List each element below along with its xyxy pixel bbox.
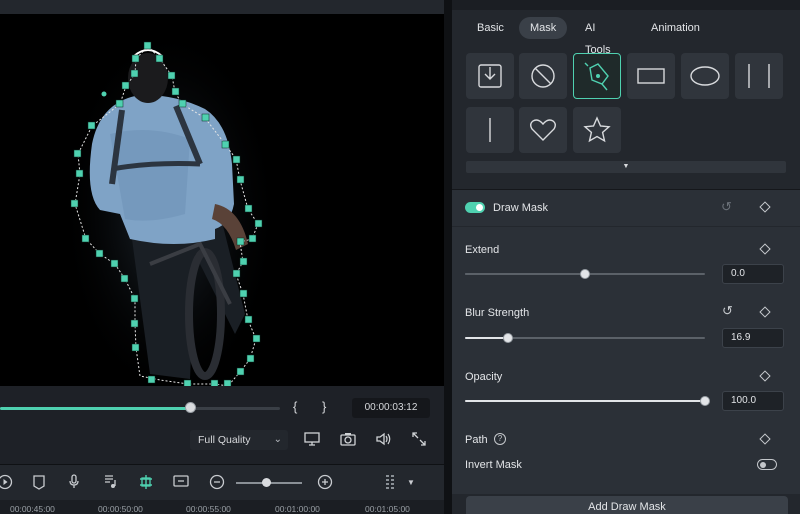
- blur-keyframe-icon[interactable]: [759, 306, 771, 318]
- draw-mask-shape-button[interactable]: [573, 53, 621, 99]
- video-canvas[interactable]: [0, 14, 444, 386]
- extend-slider[interactable]: [465, 269, 705, 279]
- star-icon: [583, 116, 611, 143]
- speaker-icon[interactable]: [374, 432, 392, 448]
- ellipse-icon: [690, 66, 720, 86]
- help-icon[interactable]: ?: [494, 433, 506, 445]
- pane-divider[interactable]: [444, 0, 452, 514]
- draw-mask-row: Draw Mask ↺: [452, 190, 800, 226]
- single-line-mask-button[interactable]: [466, 107, 514, 153]
- mark-out-button[interactable]: }: [322, 399, 326, 414]
- invert-mask-toggle[interactable]: [757, 459, 777, 470]
- dropdown-icon[interactable]: ▼: [402, 474, 420, 492]
- invert-mask-label: Invert Mask: [465, 459, 522, 471]
- import-icon: [478, 64, 502, 88]
- playhead-knob[interactable]: [185, 402, 196, 413]
- blur-slider-knob[interactable]: [503, 333, 513, 343]
- grid-icon[interactable]: [382, 474, 400, 492]
- masked-cyclist-image: [60, 24, 280, 386]
- progress-fill: [0, 407, 190, 410]
- extend-value-input[interactable]: 0.0: [722, 264, 784, 284]
- zoom-in-icon[interactable]: [316, 474, 334, 492]
- path-keyframe-icon[interactable]: [759, 433, 771, 445]
- ruler-label: 00:00:50:00: [98, 504, 143, 514]
- none-icon: [531, 64, 555, 88]
- tab-mask[interactable]: Mask: [519, 17, 568, 39]
- extend-slider-fill: [465, 273, 585, 275]
- path-label: Path: [465, 434, 488, 446]
- reset-icon[interactable]: ↺: [721, 199, 732, 215]
- rectangle-mask-button[interactable]: [627, 53, 675, 99]
- timeline-ruler: 00:00:45:00 00:00:50:00 00:00:55:00 00:0…: [0, 500, 444, 514]
- tab-basic[interactable]: Basic: [466, 17, 515, 39]
- keyframe-icon[interactable]: [759, 201, 771, 213]
- draw-mask-label: Draw Mask: [493, 202, 549, 214]
- play-icon[interactable]: [0, 474, 14, 492]
- extend-slider-knob[interactable]: [580, 269, 590, 279]
- chevron-down-icon: ⌄: [273, 434, 282, 445]
- blur-slider-fill: [465, 337, 508, 339]
- camera-icon[interactable]: [339, 432, 357, 448]
- music-icon[interactable]: [101, 474, 119, 492]
- heart-icon: [530, 119, 556, 141]
- mic-icon[interactable]: [65, 474, 83, 492]
- ruler-label: 00:00:45:00: [10, 504, 55, 514]
- opacity-value-input[interactable]: 100.0: [722, 391, 784, 411]
- mark-in-button[interactable]: {: [293, 399, 297, 414]
- mask-settings: Extend 0.0 Blur Strength ↺ 16.9 Opacity: [452, 227, 800, 494]
- quality-dropdown[interactable]: Full Quality ⌄: [190, 430, 288, 450]
- preview-pane: { } 00:00:03:12 Full Quality ⌄ ▼ 00:00:4…: [0, 0, 444, 514]
- extend-keyframe-icon[interactable]: [759, 243, 771, 255]
- extend-label: Extend: [465, 244, 500, 256]
- no-mask-button[interactable]: [519, 53, 567, 99]
- import-mask-button[interactable]: [466, 53, 514, 99]
- heart-mask-button[interactable]: [519, 107, 567, 153]
- blur-slider[interactable]: [465, 333, 705, 343]
- double-line-mask-button[interactable]: [735, 53, 783, 99]
- tab-animation[interactable]: Animation: [640, 17, 711, 39]
- rectangle-icon: [637, 68, 665, 84]
- draw-mask-toggle[interactable]: [465, 202, 485, 213]
- expand-shapes-button[interactable]: ▼: [466, 161, 786, 173]
- double-line-icon: [748, 64, 770, 88]
- preview-top-strip: [0, 0, 444, 14]
- transport-bar: { } 00:00:03:12 Full Quality ⌄: [0, 386, 444, 456]
- blur-value-input[interactable]: 16.9: [722, 328, 784, 348]
- opacity-slider-fill: [465, 400, 705, 402]
- playback-progress[interactable]: [0, 402, 280, 413]
- timeline-toolbar: ▼: [0, 464, 444, 500]
- fullscreen-icon[interactable]: [410, 432, 428, 448]
- blur-reset-icon[interactable]: ↺: [722, 303, 733, 319]
- zoom-out-icon[interactable]: [208, 474, 226, 492]
- clip-icon[interactable]: [172, 474, 190, 492]
- pen-icon: [584, 62, 609, 91]
- ellipse-mask-button[interactable]: [681, 53, 729, 99]
- opacity-keyframe-icon[interactable]: [759, 370, 771, 382]
- timecode-display: 00:00:03:12: [352, 398, 430, 418]
- ai-split-icon[interactable]: [137, 474, 155, 492]
- monitor-icon[interactable]: [303, 432, 321, 448]
- tab-ai-tools[interactable]: AI Tools: [574, 17, 622, 56]
- zoom-knob[interactable]: [262, 478, 271, 487]
- quality-label: Full Quality: [198, 434, 251, 446]
- ruler-label: 00:01:00:00: [275, 504, 320, 514]
- ruler-label: 00:01:05:00: [365, 504, 410, 514]
- star-mask-button[interactable]: [573, 107, 621, 153]
- editor-window: { } 00:00:03:12 Full Quality ⌄ ▼ 00:00:4…: [0, 0, 800, 514]
- single-line-icon: [489, 118, 491, 142]
- opacity-slider[interactable]: [465, 396, 710, 406]
- ruler-label: 00:00:55:00: [186, 504, 231, 514]
- properties-panel: Basic Mask AI Tools Animation ▼ Draw Mas…: [452, 0, 800, 514]
- blur-strength-label: Blur Strength: [465, 307, 530, 319]
- opacity-slider-knob[interactable]: [700, 396, 710, 406]
- opacity-label: Opacity: [465, 371, 503, 383]
- shield-icon[interactable]: [30, 474, 48, 492]
- add-draw-mask-button[interactable]: Add Draw Mask: [466, 496, 788, 514]
- panel-top-strip: [452, 0, 800, 10]
